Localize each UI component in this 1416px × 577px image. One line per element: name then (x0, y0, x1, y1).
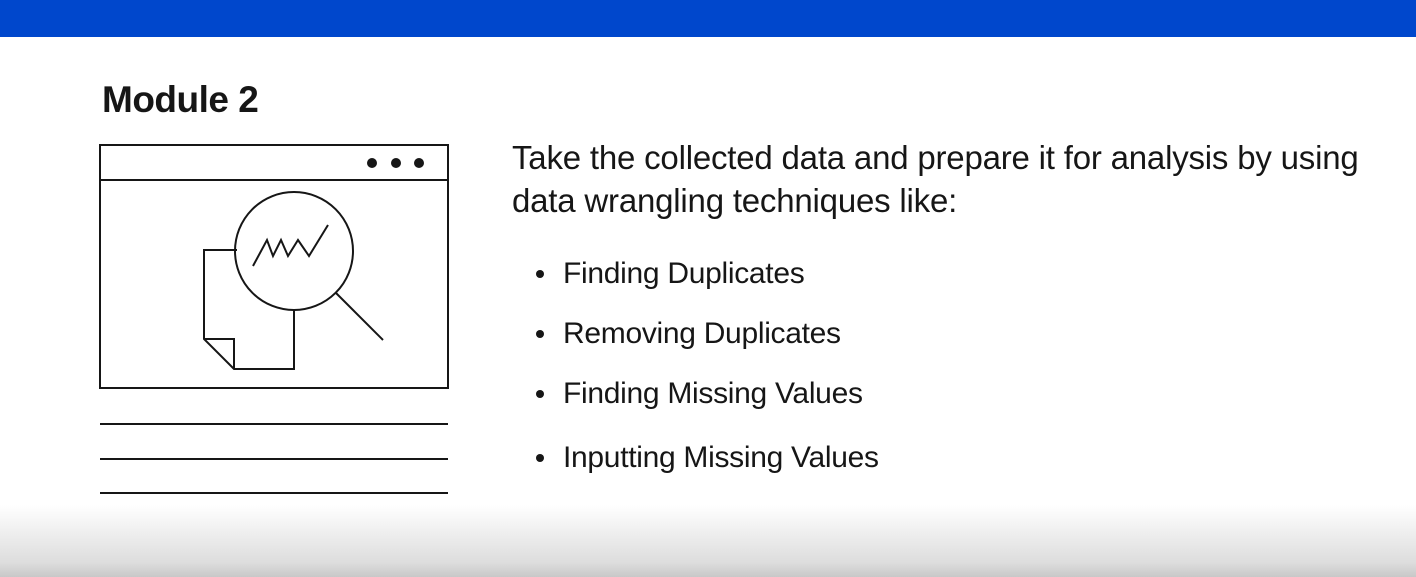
bullet-icon (536, 330, 544, 338)
list-item: Removing Duplicates (536, 310, 879, 370)
list-item: Inputting Missing Values (536, 434, 879, 494)
bullet-icon (536, 270, 544, 278)
bullet-icon (536, 390, 544, 398)
module-title: Module 2 (102, 79, 259, 120)
document-icon (203, 249, 295, 370)
text-lines-decoration (100, 423, 448, 494)
technique-list: Finding Duplicates Removing Duplicates F… (536, 250, 879, 494)
technique-label: Removing Duplicates (563, 317, 841, 350)
module-description: Take the collected data and prepare it f… (512, 139, 1359, 219)
technique-label: Finding Duplicates (563, 257, 805, 290)
technique-label: Inputting Missing Values (563, 441, 879, 474)
magnifying-glass-icon (234, 191, 384, 341)
browser-window-data-analysis-icon (99, 144, 449, 494)
technique-label: Finding Missing Values (563, 377, 863, 410)
top-brand-bar (0, 0, 1416, 37)
bullet-icon (536, 454, 544, 462)
list-item: Finding Duplicates (536, 250, 879, 310)
bottom-shadow-fade (0, 505, 1416, 577)
list-item: Finding Missing Values (536, 370, 879, 430)
line-chart-icon (252, 224, 329, 267)
browser-window-frame (99, 144, 449, 389)
window-menu-dots-icon (367, 158, 424, 168)
